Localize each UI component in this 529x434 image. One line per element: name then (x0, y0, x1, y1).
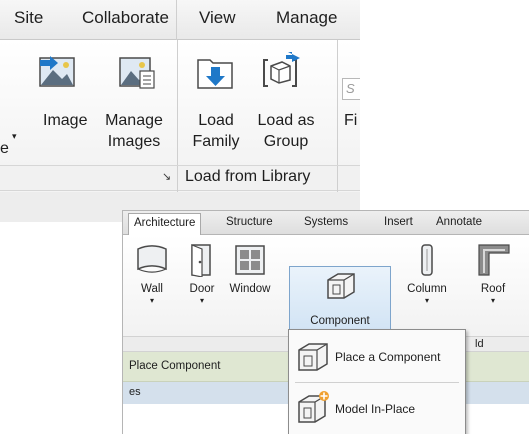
panel-launcher-icon[interactable]: ↘ (162, 170, 171, 183)
panel-separator (337, 166, 338, 192)
tab-architecture[interactable]: Architecture (128, 213, 202, 236)
wall-icon (137, 245, 167, 273)
manage-images-label-line2: Images (107, 133, 161, 150)
column-label: Column (407, 283, 447, 295)
component-dropdown-menu: Place a Component Model In-Place (288, 329, 466, 434)
component-label: Component (310, 315, 370, 327)
window-label: Window (229, 283, 271, 295)
component-icon (298, 343, 328, 371)
wall-label: Wall (141, 283, 163, 295)
properties-label-fragment: es (129, 386, 141, 398)
menu-item-label: Model In-Place (335, 402, 416, 416)
manage-images-label-line1: Manage (105, 112, 163, 129)
panel-separator (177, 166, 178, 192)
load-as-group-icon (263, 52, 300, 87)
dropdown-arrow-icon: ▾ (12, 131, 17, 141)
panel-separator (177, 40, 178, 165)
panel-title-load-from-library: Load from Library (185, 168, 311, 185)
top-panel-footer: ↘ Load from Library (0, 165, 360, 192)
chevron-down-icon: ▾ (149, 296, 154, 305)
window-icon (235, 245, 265, 275)
chevron-down-icon: ▾ (199, 296, 204, 305)
tab-insert[interactable]: Insert (384, 216, 413, 228)
menu-separator (295, 382, 459, 383)
tab-separator (176, 0, 177, 40)
manage-images-icon (119, 57, 155, 89)
top-tab-bar: Site Collaborate View Manage (0, 0, 360, 40)
model-in-place-icon (298, 391, 329, 423)
cut-off-search-field[interactable]: S (342, 78, 360, 100)
image-icon (39, 56, 75, 87)
load-family-label-line2: Family (192, 133, 240, 150)
menu-item-place-a-component[interactable]: Place a Component (293, 336, 461, 380)
menu-item-model-in-place[interactable]: Model In-Place (293, 388, 461, 432)
chevron-down-icon: ▾ (490, 296, 495, 305)
panel-label-fragment: ld (475, 338, 484, 350)
tab-annotate[interactable]: Annotate (436, 216, 482, 228)
door-icon (191, 244, 211, 277)
door-label: Door (189, 283, 215, 295)
component-icon (327, 273, 355, 299)
top-ribbon: Site Collaborate View Manage e ▾ Image M… (0, 0, 360, 222)
column-icon (421, 244, 433, 276)
inset-tab-bar: Architecture Structure Systems Insert An… (123, 211, 529, 236)
image-label: Image (43, 112, 88, 129)
roof-icon (478, 244, 510, 276)
inset-ribbon-body: Wall ▾ Door ▾ Window Component Column ▾ … (123, 235, 529, 355)
panel-separator (337, 40, 338, 165)
load-as-group-label-line1: Load as (257, 112, 315, 129)
tab-site[interactable]: Site (14, 8, 43, 28)
load-family-icon (197, 59, 233, 89)
tab-structure[interactable]: Structure (226, 216, 273, 228)
tab-manage[interactable]: Manage (276, 8, 337, 28)
cut-off-right-label: Fi (344, 112, 358, 129)
menu-item-label: Place a Component (335, 350, 441, 364)
inset-ribbon: Architecture Structure Systems Insert An… (122, 210, 529, 434)
tab-collaborate[interactable]: Collaborate (82, 8, 169, 28)
load-family-label-line1: Load (198, 112, 234, 129)
top-ribbon-body: e ▾ Image Manage Images Load Family Load… (0, 40, 360, 165)
cut-off-label: e (0, 140, 9, 157)
tab-systems[interactable]: Systems (304, 216, 348, 228)
roof-label: Roof (480, 283, 506, 295)
cut-off-field-text: S (346, 81, 355, 96)
chevron-down-icon: ▾ (424, 296, 429, 305)
tab-view[interactable]: View (199, 8, 236, 28)
load-as-group-label-line2: Group (263, 133, 309, 150)
context-label-place-component: Place Component (129, 360, 221, 372)
